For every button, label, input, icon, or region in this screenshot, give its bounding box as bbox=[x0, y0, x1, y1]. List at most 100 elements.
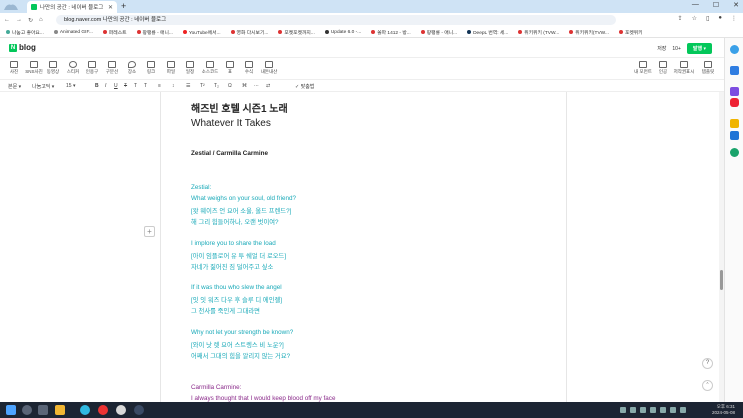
more-icon[interactable]: ⋯ bbox=[254, 83, 259, 89]
tool-formula[interactable]: 수식 bbox=[238, 61, 260, 75]
search-icon[interactable] bbox=[22, 405, 32, 415]
spellcheck-button[interactable]: ✓ 맞춤법 bbox=[295, 83, 314, 90]
bookmark-item[interactable]: Update 6.0 -... bbox=[324, 30, 361, 35]
line-spacing-icon[interactable]: ↕ bbox=[172, 83, 175, 89]
side-panel-app-icon[interactable] bbox=[730, 87, 739, 96]
browser-tab[interactable]: 나만의 공간 : 네이버 블로그 ✕ bbox=[27, 1, 117, 13]
file-explorer-icon[interactable] bbox=[55, 405, 65, 415]
publish-button[interactable]: 발행 ▾ bbox=[686, 43, 712, 54]
bookmark-item[interactable]: 영화 다시보기... bbox=[230, 29, 268, 36]
tool-link[interactable]: 링크 bbox=[140, 61, 162, 75]
document-subtitle[interactable]: Whatever It Takes bbox=[191, 118, 271, 129]
subscript-icon[interactable]: T₂ bbox=[214, 83, 219, 89]
bookmark-item[interactable]: 위키위키(TVW... bbox=[569, 29, 609, 36]
list-icon[interactable]: ☰ bbox=[186, 83, 190, 89]
tray-icon[interactable] bbox=[650, 407, 656, 413]
side-panel-youtube-icon[interactable] bbox=[730, 98, 739, 107]
lyric-line[interactable]: If it was thou who slew the angel bbox=[191, 284, 282, 291]
bookmark-item[interactable]: 포켓위키 bbox=[618, 29, 643, 36]
scrollbar-thumb[interactable] bbox=[720, 270, 723, 290]
font-select[interactable]: 나눔고딕 ▾ bbox=[32, 83, 54, 90]
tool-photo[interactable]: 사진 bbox=[3, 61, 25, 75]
browser-profile-icon[interactable] bbox=[3, 1, 19, 12]
save-button[interactable]: 저장 bbox=[657, 45, 666, 52]
scroll-top-icon[interactable]: ⌃ bbox=[702, 380, 713, 391]
bookmark-item[interactable]: 팡팽룡 - 애니... bbox=[420, 29, 457, 36]
tool-template[interactable]: 템플릿 bbox=[697, 61, 719, 75]
speaker-label[interactable]: Carmilla Carmine: bbox=[191, 384, 241, 391]
close-window-icon[interactable]: ✕ bbox=[733, 1, 739, 9]
tool-my-moment[interactable]: 내 모먼트 bbox=[632, 61, 654, 75]
add-component-button[interactable]: + bbox=[144, 226, 155, 237]
home-icon[interactable]: ⌂ bbox=[39, 17, 43, 23]
task-view-icon[interactable] bbox=[38, 405, 48, 415]
strikethrough-icon[interactable]: T bbox=[124, 83, 127, 89]
bookmark-star-icon[interactable]: ☆ bbox=[692, 15, 697, 22]
lyric-line[interactable]: [와이 낫 렛 요어 스트렝스 비 노운?] bbox=[191, 340, 284, 349]
lyric-line[interactable]: [잇 잇 워즈 다우 후 슬루 디 에인젤] bbox=[191, 295, 282, 304]
steam-icon[interactable] bbox=[134, 405, 144, 415]
reload-icon[interactable]: ↻ bbox=[28, 17, 33, 24]
lyric-line[interactable]: 자네가 짊어진 짐 덜어주고 싶소 bbox=[191, 262, 273, 271]
translate-icon[interactable]: ⇄ bbox=[266, 83, 270, 89]
chrome-icon[interactable] bbox=[116, 405, 126, 415]
help-icon[interactable]: ? bbox=[702, 358, 713, 369]
link-icon[interactable]: ⌘ bbox=[242, 83, 247, 89]
tool-divider[interactable]: 구분선 bbox=[101, 61, 123, 75]
menu-icon[interactable]: ⋮ bbox=[731, 15, 737, 22]
url-field[interactable]: blog.naver.com 나만의 공간 : 네이버 블로그 bbox=[56, 15, 616, 25]
forward-icon[interactable]: → bbox=[16, 17, 22, 23]
paragraph-style-select[interactable]: 본문 ▾ bbox=[8, 83, 21, 90]
tray-icon[interactable] bbox=[660, 407, 666, 413]
font-color-icon[interactable]: T bbox=[134, 83, 137, 89]
minimize-icon[interactable]: — bbox=[692, 1, 699, 9]
tool-figure[interactable]: 인공 bbox=[652, 61, 674, 75]
bold-icon[interactable]: B bbox=[95, 83, 99, 89]
tool-copyright[interactable]: 저작권표시 bbox=[673, 61, 695, 75]
editor-canvas[interactable]: 해즈빈 호텔 시즌1 노래 Whatever It Takes Zestial … bbox=[0, 92, 724, 402]
speaker-label[interactable]: Zestial: bbox=[191, 184, 211, 191]
tray-icon[interactable] bbox=[620, 407, 626, 413]
bookmark-item[interactable]: DeepL 번역: 세... bbox=[467, 29, 508, 36]
tool-schedule[interactable]: 일정 bbox=[179, 61, 201, 75]
close-tab-icon[interactable]: ✕ bbox=[108, 4, 113, 11]
special-char-icon[interactable]: Ω bbox=[228, 83, 232, 89]
tool-source-code[interactable]: 소스코드 bbox=[199, 61, 221, 75]
side-panel-outlook-icon[interactable] bbox=[730, 131, 739, 140]
blog-logo[interactable]: N blog bbox=[9, 43, 36, 52]
bookmark-item[interactable]: 쏠파 1412 - 방... bbox=[371, 29, 411, 36]
tray-icon[interactable] bbox=[630, 407, 636, 413]
bookmark-item[interactable]: 나눔고 좋아요... bbox=[6, 29, 44, 36]
font-size-select[interactable]: 15 ▾ bbox=[66, 83, 75, 89]
lyric-line[interactable]: 어째서 그대의 힘을 알리지 않는 거요? bbox=[191, 351, 290, 360]
bookmark-item[interactable]: 퍼레스트 bbox=[102, 29, 127, 36]
italic-icon[interactable]: I bbox=[105, 83, 106, 89]
align-left-icon[interactable]: ≡ bbox=[158, 83, 161, 89]
maximize-icon[interactable]: ☐ bbox=[713, 1, 719, 9]
side-panel-game-icon[interactable] bbox=[730, 148, 739, 157]
tool-quote[interactable]: 인용구 bbox=[81, 61, 103, 75]
underline-icon[interactable]: U bbox=[114, 83, 118, 89]
edge-icon[interactable] bbox=[80, 405, 90, 415]
new-tab-button[interactable]: + bbox=[121, 1, 126, 11]
save-count[interactable]: 10+ bbox=[672, 46, 680, 52]
bookmark-item[interactable]: 팡팽룡 - 애니... bbox=[136, 29, 173, 36]
bookmark-item[interactable]: 포켓포켓까지... bbox=[278, 29, 315, 36]
bookmark-item[interactable]: 위키위키 (TVW... bbox=[518, 29, 559, 36]
highlight-icon[interactable]: T bbox=[144, 83, 147, 89]
song-credit[interactable]: Zestial / Carmilla Carmine bbox=[191, 150, 268, 157]
tool-video[interactable]: 동영상 bbox=[42, 61, 64, 75]
bookmark-item[interactable]: YouTube에서... bbox=[182, 29, 221, 36]
start-icon[interactable] bbox=[6, 405, 16, 415]
tray-icon[interactable] bbox=[680, 407, 686, 413]
document-title[interactable]: 해즈빈 호텔 시즌1 노래 bbox=[191, 100, 288, 115]
share-icon[interactable]: ⇪ bbox=[678, 15, 683, 22]
lyric-line[interactable]: [아이 임플로어 유 투 쉐얼 더 로오드] bbox=[191, 251, 286, 260]
lyric-line[interactable]: [왓 웨이즈 언 요어 소울, 올드 프렌드?] bbox=[191, 206, 291, 215]
lyric-line[interactable]: 해 그리 힘들어하나, 오랜 벗이여? bbox=[191, 217, 279, 226]
tray-icon[interactable] bbox=[640, 407, 646, 413]
lyric-line[interactable]: Why not let your strength be known? bbox=[191, 329, 293, 336]
clock[interactable]: 오후 6:31 2024-05-08 bbox=[712, 404, 735, 416]
bookmark-item[interactable]: Animated GIF... bbox=[53, 30, 93, 35]
back-icon[interactable]: ← bbox=[4, 17, 10, 23]
